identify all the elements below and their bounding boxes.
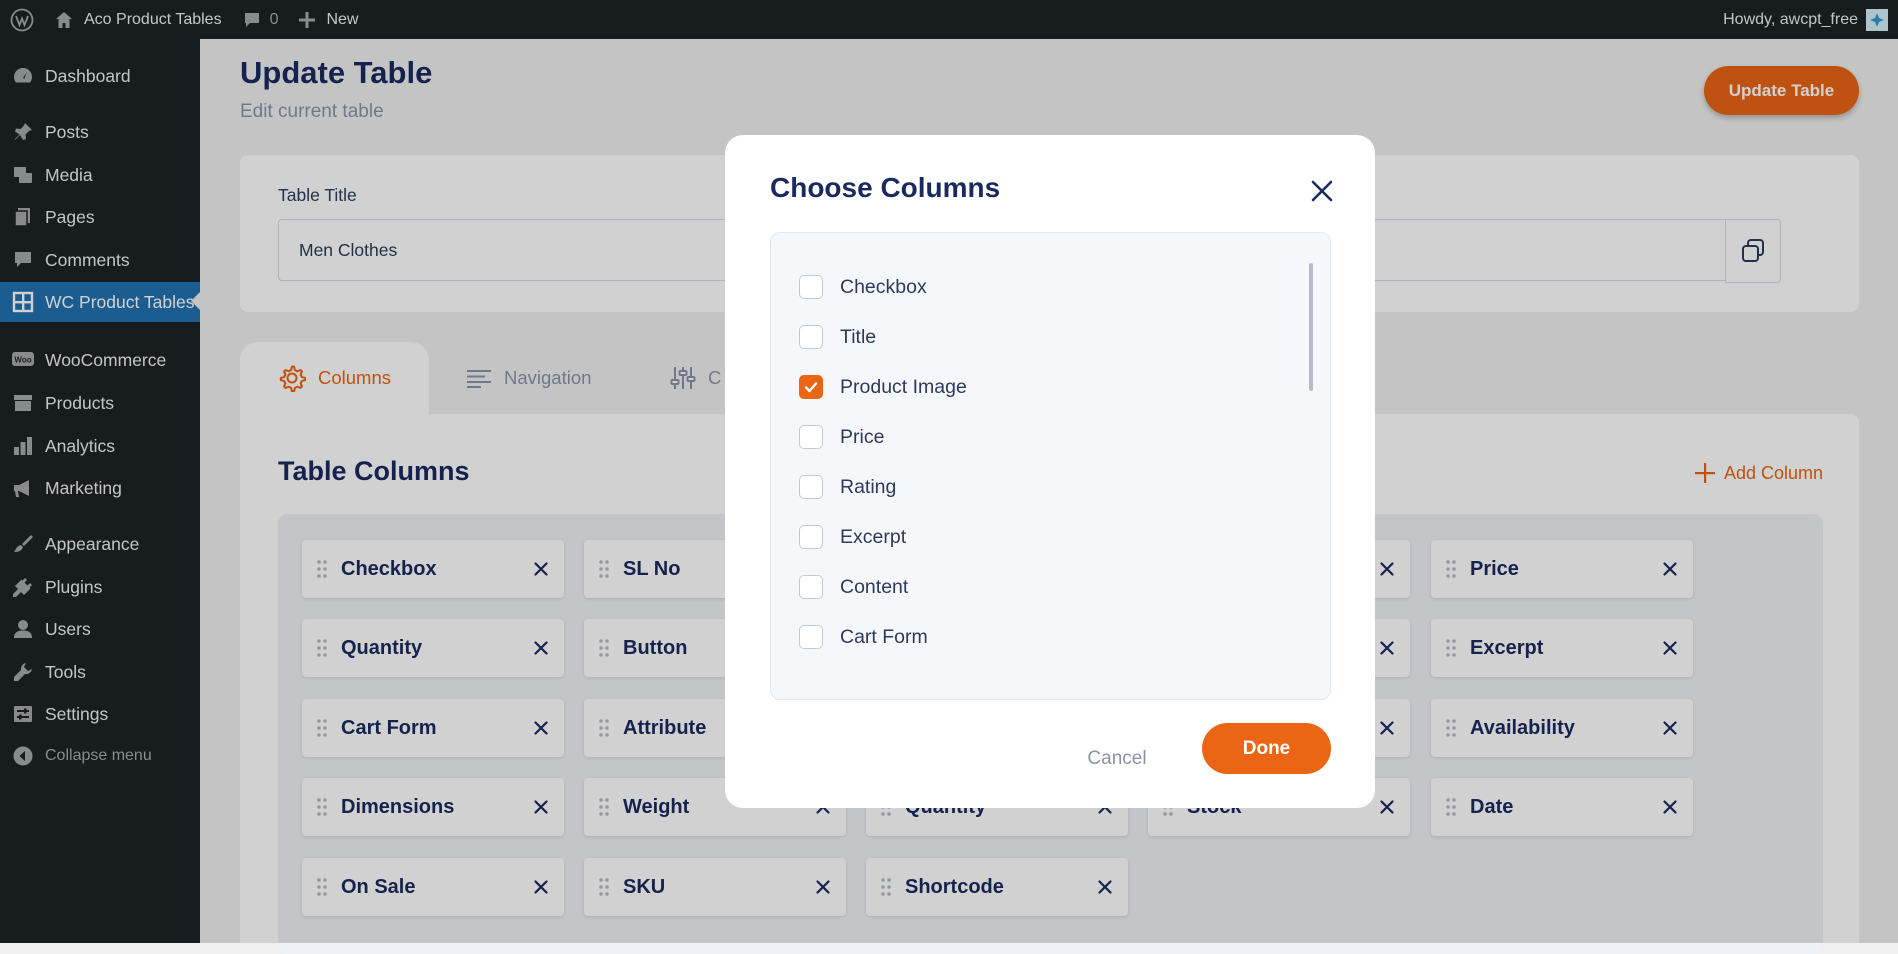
done-button[interactable]: Done (1202, 723, 1331, 774)
checked-checkbox[interactable] (799, 375, 823, 399)
modal-title: Choose Columns (770, 172, 1001, 203)
column-option[interactable]: Product Image (799, 373, 967, 401)
column-option-label: Cart Form (840, 625, 928, 648)
cancel-button[interactable]: Cancel (1072, 737, 1162, 781)
checkbox[interactable] (799, 275, 823, 299)
column-option[interactable]: Excerpt (799, 523, 906, 551)
column-option-label: Price (840, 425, 885, 448)
checkbox[interactable] (799, 525, 823, 549)
checkbox[interactable] (799, 425, 823, 449)
column-option-label: Content (840, 575, 909, 598)
column-option[interactable]: Rating (799, 473, 896, 501)
column-option[interactable]: Checkbox (799, 273, 927, 301)
choose-columns-modal: Choose Columns Checkbox Title Product Imag… (725, 135, 1375, 808)
column-option-label: Title (840, 325, 877, 348)
checkbox[interactable] (799, 575, 823, 599)
checkmark-icon (804, 382, 818, 393)
column-option[interactable]: Price (799, 423, 884, 451)
column-option-label: Checkbox (840, 275, 927, 298)
column-option[interactable]: Content (799, 573, 908, 601)
column-option-label: Rating (840, 475, 897, 498)
checkbox[interactable] (799, 475, 823, 499)
checkbox[interactable] (799, 625, 823, 649)
column-option[interactable]: Title (799, 323, 876, 351)
close-modal-button[interactable] (1306, 175, 1338, 207)
close-icon (1311, 180, 1333, 202)
column-option-label: Product Image (840, 375, 967, 398)
options-scrollbar[interactable] (1309, 263, 1313, 391)
checkbox[interactable] (799, 325, 823, 349)
column-options-list: Checkbox Title Product Image Price Rating Exc… (770, 232, 1331, 700)
column-option[interactable]: Cart Form (799, 623, 928, 651)
column-option-label: Excerpt (840, 525, 907, 548)
